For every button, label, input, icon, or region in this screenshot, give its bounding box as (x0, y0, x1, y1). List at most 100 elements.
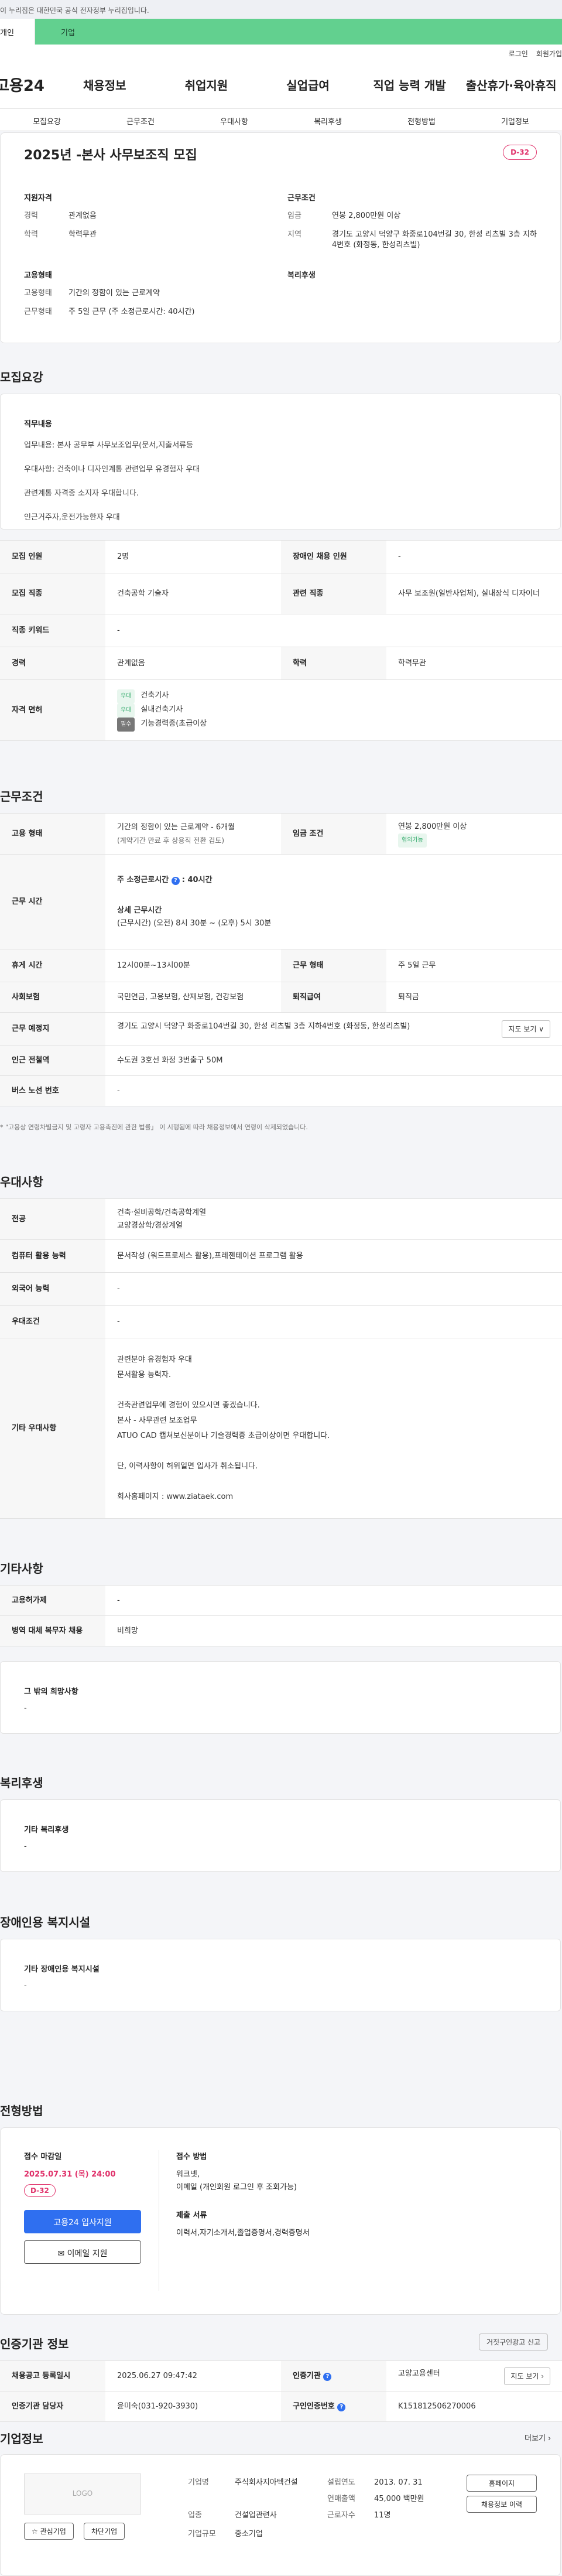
biz-value: 건설업관련사 (235, 2511, 277, 2520)
company-est-row: 설립연도 2013. 07. 31 (327, 2476, 423, 2487)
th: 구인인증번호 ? (281, 2391, 386, 2422)
login-link[interactable]: 로그인 (509, 50, 528, 58)
week-hours-label: 주 소정근로시간 (117, 875, 172, 884)
method-label: 접수 방법 (176, 2153, 207, 2161)
td: 문서작성 (워드프로세스 활용),프레젠테이션 프로그램 활용 (105, 1239, 562, 1273)
license-tag: 우대 (117, 689, 135, 703)
td: 관계없음 (105, 647, 281, 680)
user-type-tabs: 개인 기업 (0, 19, 562, 45)
duty-box: 직무내용 업무내용: 본사 공무부 사무보조업무(문서,지출서류등 우대사항: … (0, 394, 561, 529)
hours-label: 근무형태 (24, 308, 52, 316)
th: 병역 대체 복무자 채용 (0, 1615, 105, 1646)
req-table: 모집 인원 2명 장애인 채용 인원 - 모집 직종 건축공학 기술자 관련 직종 사무 보… (0, 540, 562, 741)
deadline-label: 접수 마감일 (24, 2153, 62, 2161)
company-card: LOGO ☆ 관심기업 차단기업 기업명 주식회사지아텍건설 업종 건설업관련사 기… (0, 2454, 561, 2576)
biz-label: 업종 (188, 2511, 202, 2520)
place-cell: 경기도 고양시 덕양구 화중로104번길 30, 한성 리츠빌 3층 지하4번호… (105, 1012, 562, 1046)
docs-label: 제출 서류 (176, 2211, 207, 2220)
emp-cell: 기간의 정함이 있는 근로계약 - 6개월 (계약기간 만료 후 상용직 전환 검… (105, 813, 281, 855)
wish-box: 그 밖의 희망사항 - (0, 1661, 561, 1734)
wage-label: 임금 (287, 211, 301, 220)
disab-value: - (24, 1981, 27, 1990)
license-tag: 필수 (117, 717, 135, 732)
subnav-preferences[interactable]: 우대사항 (187, 109, 281, 131)
gnb-jobs[interactable]: 채용정보 (54, 76, 156, 93)
email-apply-button[interactable]: ✉ 이메일 지원 (24, 2240, 141, 2264)
welfare-block: 복리후생 (287, 269, 316, 288)
etc-pref-cell: 관련분야 유경험자 우대 문서활용 능력자. 건축관련업무에 경험이 있으시면 … (105, 1338, 562, 1519)
td: 수도권 3호선 화정 3번출구 50M (105, 1045, 562, 1076)
gnb-leave[interactable]: 출산휴가·육아휴직 (460, 76, 562, 93)
td: 윤미숙(031-920-3930) (105, 2391, 281, 2422)
info-icon[interactable]: ? (171, 876, 180, 885)
th: 장애인 채용 인원 (281, 540, 386, 573)
pref-table: 전공 건축·설비공학/건축공학계열 교양경상학/경상계열 컴퓨터 활용 능력 문서작성… (0, 1198, 562, 1519)
qual-title: 지원자격 (24, 194, 52, 203)
th: 컴퓨터 활용 능력 (0, 1239, 105, 1273)
favorite-company-button[interactable]: ☆ 관심기업 (24, 2523, 74, 2540)
job-history-button[interactable]: 채용정보 이력 (467, 2496, 537, 2513)
emptype-value: 기간의 정함이 있는 근로계약 (68, 289, 160, 298)
license-list: 우대 건축기사 우대 실내건축기사 필수 기능경력증(초급이상 (105, 679, 562, 741)
th: 고용 형태 (0, 813, 105, 855)
subnav-company[interactable]: 기업정보 (468, 109, 562, 131)
wish-title: 그 밖의 희망사항 (24, 1687, 78, 1696)
td: 국민연금, 고용보험, 산재보험, 건강보험 (105, 982, 281, 1013)
th: 근무 시간 (0, 854, 105, 949)
etc-section-title: 기타사항 (0, 1562, 43, 1576)
duty-line: 관련계통 자격증 소지자 우대합니다. (24, 489, 139, 498)
cond-title: 근무조건 (287, 194, 316, 203)
company-biz-row: 업종 건설업관련사 (188, 2509, 277, 2520)
tab-personal[interactable]: 개인 (0, 19, 35, 45)
th: 인증기관 담당자 (0, 2391, 105, 2422)
disab-section-title: 장애인용 복지시설 (0, 1915, 91, 1929)
td: - (105, 1585, 562, 1616)
homepage-link[interactable]: 회사홈페이지 : www.ziataek.com (117, 1489, 562, 1505)
apply-card: 접수 마감일 2025.07.31 (목) 24:00 D-32 고용24 입사… (0, 2127, 561, 2315)
method-value-2: 이메일 (개인회원 로그인 후 조회가능) (176, 2183, 297, 2192)
job-title: 2025년 -본사 사무보조직 모집 (24, 148, 197, 163)
subnav-requirements[interactable]: 모집요강 (0, 109, 94, 131)
subnav-apply[interactable]: 전형방법 (375, 109, 468, 131)
apply-button[interactable]: 고용24 입사지원 (24, 2210, 141, 2233)
section-nav: 모집요강 근무조건 우대사항 복리후생 전형방법 기업정보 (0, 109, 562, 131)
signup-link[interactable]: 회원가입 (536, 50, 562, 58)
req-section-title: 모집요강 (0, 370, 43, 384)
info-icon[interactable]: ? (337, 2403, 346, 2411)
td: - (105, 1075, 562, 1106)
subnav-welfare[interactable]: 복리후생 (281, 109, 375, 131)
gnb-training[interactable]: 직업 능력 개발 (359, 76, 461, 93)
site-logo[interactable]: 고용24 (0, 74, 54, 95)
subnav-conditions[interactable]: 근무조건 (94, 109, 187, 131)
td: - (105, 1272, 562, 1306)
td: - (105, 1305, 562, 1338)
wage-cell: 연봉 2,800만원 이상 협의가능 (386, 813, 562, 855)
map-button[interactable]: 지도 보기 ∨ (502, 1020, 550, 1038)
welfare-section-title: 복리후생 (0, 1776, 43, 1790)
report-button[interactable]: 거짓구인광고 신고 (479, 2334, 549, 2350)
th: 우대조건 (0, 1305, 105, 1338)
homepage-button[interactable]: 홈페이지 (467, 2475, 537, 2492)
duty-line: 우대사항: 건축이나 디자인계통 관련업무 유경험자 우대 (24, 465, 200, 474)
td: - (386, 540, 562, 573)
name-value: 주식회사지아텍건설 (235, 2478, 298, 2487)
org-cell: 고양고용센터 지도 보기 › (386, 2360, 562, 2391)
info-icon[interactable]: ? (323, 2372, 332, 2381)
tab-company[interactable]: 기업 (35, 19, 562, 45)
agency-section-title: 인증기관 정보 (0, 2337, 69, 2351)
edu-value: 학력무관 (68, 230, 97, 239)
td: K151812506270006 (386, 2391, 562, 2422)
th: 인증기관 ? (281, 2360, 386, 2391)
block-company-button[interactable]: 차단기업 (84, 2523, 125, 2540)
td: - (105, 614, 562, 647)
agency-map-button[interactable]: 지도 보기 › (504, 2367, 550, 2385)
gnb-unemployment[interactable]: 실업급여 (257, 76, 359, 93)
etc-line: 건축관련업무에 경험이 있으시면 좋겠습니다. (117, 1400, 260, 1410)
emp-block: 고용형태 고용형태 기간의 정함이 있는 근로계약 근무형태 주 5일 근무 (주 … (24, 269, 270, 326)
company-more-link[interactable]: 더보기 › (525, 2432, 551, 2443)
org-label: 인증기관 (293, 2371, 321, 2380)
gnb-employment-support[interactable]: 취업지원 (156, 76, 258, 93)
sales-label: 연매출액 (327, 2495, 355, 2503)
major-cell: 건축·설비공학/건축공학계열 교양경상학/경상계열 (105, 1198, 562, 1240)
company-type-row: 기업규모 중소기업 (188, 2527, 263, 2539)
